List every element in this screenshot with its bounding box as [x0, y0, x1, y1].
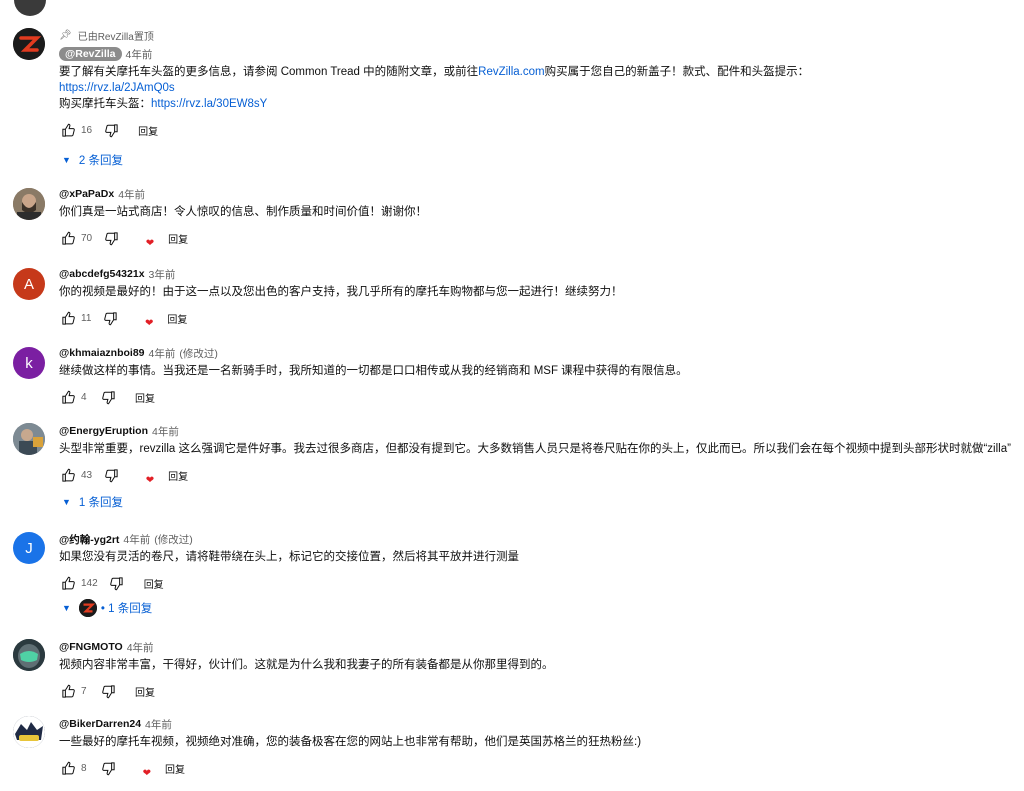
comment-text: 如果您没有灵活的卷尺，请将鞋带绕在头上，标记它的交接位置，然后将其平放并进行测量 — [59, 551, 519, 563]
thumb-up-icon[interactable] — [59, 574, 77, 592]
thumb-up-icon[interactable] — [59, 309, 77, 327]
reply-button[interactable]: 回复 — [138, 123, 158, 138]
caret-down-icon: ▼ — [62, 497, 71, 507]
avatar[interactable] — [13, 423, 45, 455]
creator-heart-icon: ❤ — [145, 238, 155, 249]
thumb-down-icon[interactable] — [102, 229, 120, 247]
author-name[interactable]: @EnergyEruption — [59, 425, 148, 437]
author-name[interactable]: @FNGMOTO — [59, 641, 123, 653]
avatar[interactable] — [13, 188, 45, 220]
edited-label: (修改过) — [154, 533, 193, 546]
revzilla-link[interactable]: RevZilla.com — [478, 66, 544, 78]
helmet-photo-icon — [13, 639, 45, 671]
user-photo-icon — [13, 188, 45, 220]
thumb-up-icon[interactable] — [59, 388, 77, 406]
reply-button[interactable]: 回复 — [135, 684, 155, 699]
timestamp[interactable]: 4年前 — [127, 640, 154, 655]
avatar[interactable] — [13, 716, 45, 748]
like-count: 16 — [81, 124, 93, 136]
reply-button[interactable]: 回复 — [165, 761, 185, 776]
link-1[interactable]: https://rvz.la/2JAmQ0s — [59, 82, 175, 94]
user-photo-icon — [13, 423, 45, 455]
revzilla-reply-avatar-icon — [78, 599, 97, 617]
thumb-down-icon[interactable] — [102, 121, 120, 139]
reply-button[interactable]: 回复 — [144, 576, 164, 591]
thumb-up-icon[interactable] — [59, 121, 77, 139]
like-count: 11 — [81, 312, 92, 324]
reply-button[interactable]: 回复 — [135, 390, 155, 405]
comment-text: 头型非常重要，revzilla 这么强调它是件好事。我去过很多商店，但都没有提到… — [59, 443, 1011, 455]
thumb-up-icon[interactable] — [59, 229, 77, 247]
like-count: 142 — [81, 577, 98, 589]
thumb-down-icon[interactable] — [102, 466, 120, 484]
author-name[interactable]: @RevZilla — [59, 47, 122, 61]
thumb-up-icon[interactable] — [59, 466, 77, 484]
author-name[interactable]: @khmaiaznboi89 — [59, 347, 145, 359]
caret-down-icon: ▼ — [62, 155, 71, 165]
thumb-down-icon[interactable] — [99, 682, 117, 700]
avatar[interactable]: k — [13, 347, 45, 379]
reply-button[interactable]: 回复 — [167, 311, 187, 326]
author-name[interactable]: @约翰-yg2rt — [59, 532, 119, 547]
author-name[interactable]: @xPaPaDx — [59, 188, 114, 200]
reply-button[interactable]: 回复 — [168, 231, 188, 246]
view-replies-button[interactable]: ▼ • 1 条回复 — [62, 599, 152, 617]
comment-text: 视频内容非常丰富，干得好，伙计们。这就是为什么我和我妻子的所有装备都是从你那里得… — [59, 659, 554, 671]
view-replies-button[interactable]: ▼ 2 条回复 — [62, 151, 123, 169]
timestamp[interactable]: 4年前 — [118, 187, 145, 202]
caret-down-icon: ▼ — [62, 603, 71, 613]
thumb-down-icon[interactable] — [108, 574, 126, 592]
like-count: 8 — [81, 762, 87, 774]
timestamp[interactable]: 4年前 — [152, 424, 179, 439]
comment-text: 要了解有关摩托车头盔的更多信息，请参阅 Common Tread 中的随附文章，… — [59, 66, 810, 110]
reply-button[interactable]: 回复 — [168, 468, 188, 483]
timestamp[interactable]: 4年前 — [123, 532, 150, 547]
thumb-down-icon[interactable] — [99, 759, 117, 777]
author-name[interactable]: @abcdefg54321x — [59, 268, 145, 280]
avatar[interactable] — [13, 639, 45, 671]
timestamp[interactable]: 4年前 — [149, 346, 176, 361]
biker-logo-icon — [13, 716, 45, 748]
like-count: 70 — [81, 232, 93, 244]
creator-heart-icon: ❤ — [142, 768, 151, 779]
edited-label: (修改过) — [179, 347, 218, 360]
comment-text: 你的视频是最好的！由于这一点以及您出色的客户支持，我几乎所有的摩托车购物都与您一… — [59, 286, 623, 298]
comment-text: 继续做这样的事情。当我还是一名新骑手时，我所知道的一切都是口口相传或从我的经销商… — [59, 365, 688, 377]
thumb-up-icon[interactable] — [59, 759, 77, 777]
timestamp[interactable]: 4年前 — [145, 717, 172, 732]
pinned-label: 📌︎ 已由RevZilla置顶 — [59, 29, 154, 43]
link-2[interactable]: https://rvz.la/30EW8sY — [151, 98, 267, 110]
timestamp[interactable]: 3年前 — [149, 267, 176, 282]
creator-heart-icon: ❤ — [145, 475, 155, 486]
avatar[interactable]: J — [13, 532, 45, 564]
timestamp[interactable]: 4年前 — [126, 47, 153, 62]
view-replies-button[interactable]: ▼ 1 条回复 — [62, 493, 123, 511]
pin-icon: 📌︎ — [59, 29, 72, 41]
like-count: 43 — [81, 469, 93, 481]
thumb-down-icon[interactable] — [101, 309, 119, 327]
creator-heart-icon: ❤ — [145, 318, 154, 329]
like-count: 7 — [81, 685, 87, 697]
thumb-down-icon[interactable] — [99, 388, 117, 406]
avatar[interactable]: A — [13, 268, 45, 300]
thumb-up-icon[interactable] — [59, 682, 77, 700]
like-count: 4 — [81, 391, 87, 403]
comment-text: 一些最好的摩托车视频，视频绝对准确，您的装备极客在您的网站上也非常有帮助，他们是… — [59, 736, 642, 748]
comment-text: 你们真是一站式商店！令人惊叹的信息、制作质量和时间价值！谢谢你！ — [59, 206, 427, 218]
revzilla-logo-icon — [13, 28, 45, 60]
avatar[interactable] — [13, 28, 45, 60]
author-name[interactable]: @BikerDarren24 — [59, 718, 141, 730]
previous-avatar — [14, 0, 46, 16]
